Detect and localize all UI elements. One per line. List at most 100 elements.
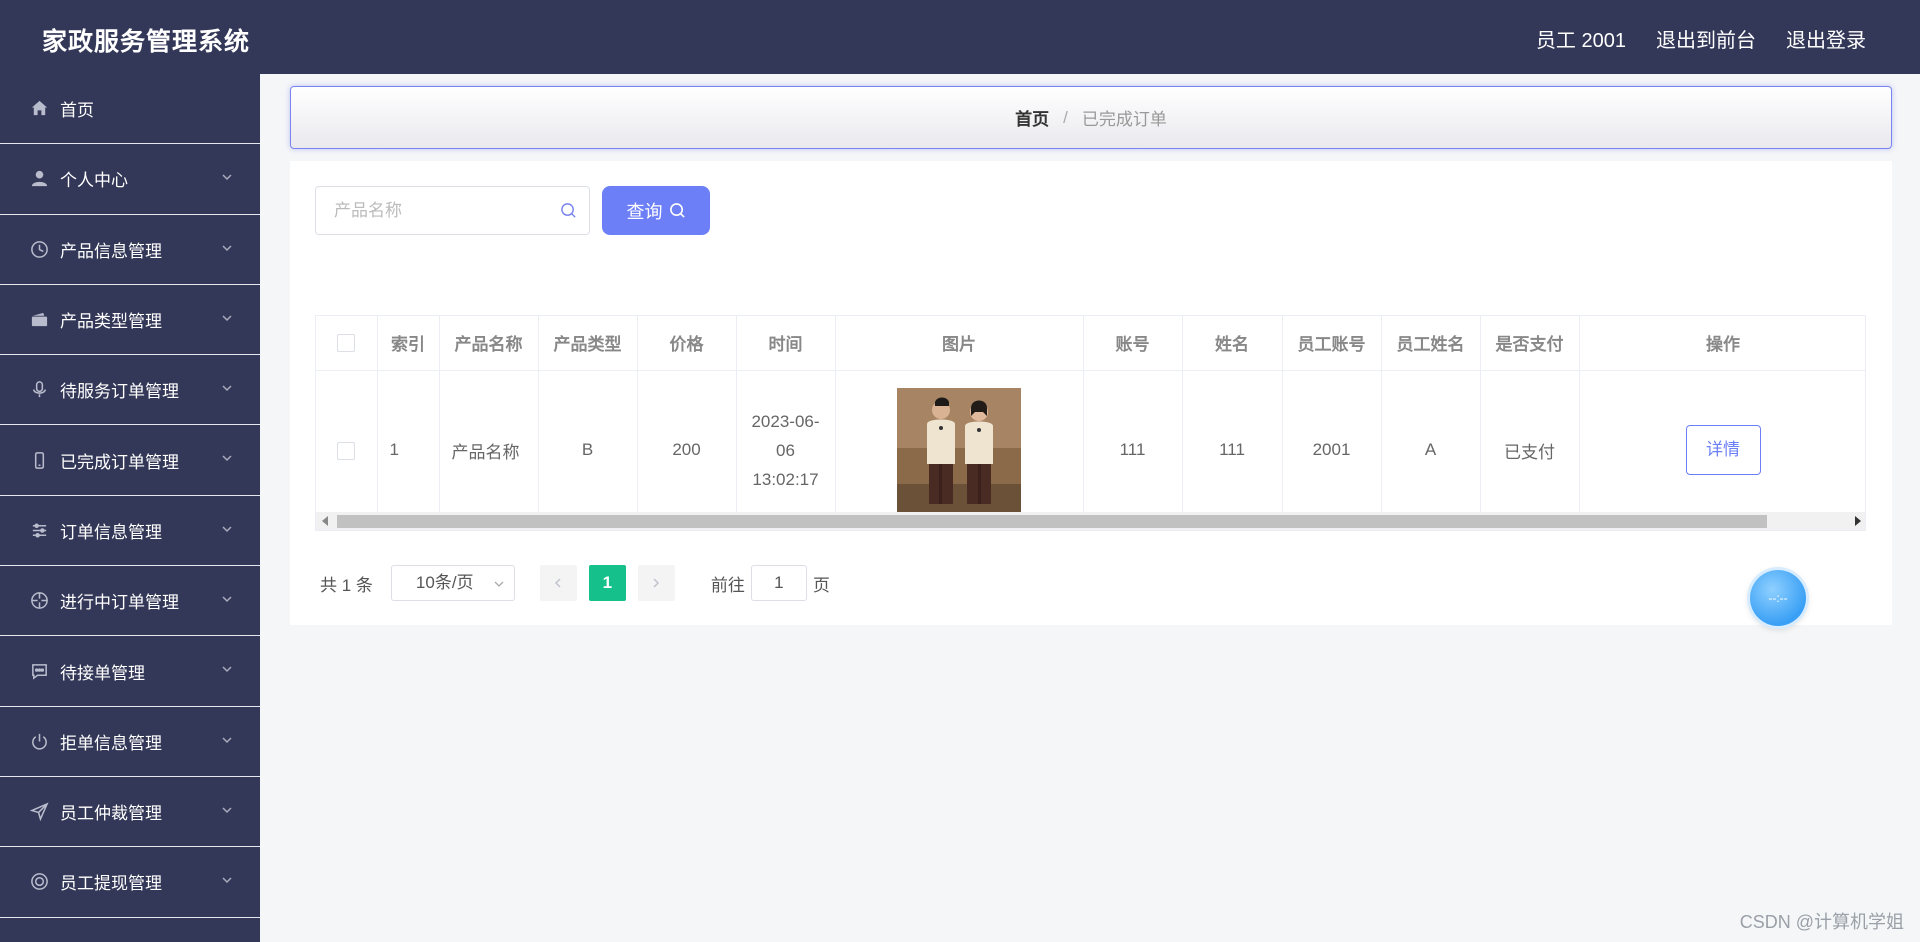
cell-account: 111 (1083, 370, 1183, 530)
sidebar-item-staff-arbitration[interactable]: 员工仲裁管理 (0, 777, 260, 848)
row-checkbox[interactable] (337, 441, 356, 460)
breadcrumb-separator: / (1063, 107, 1068, 127)
table-header-row: 索引 产品名称 产品类型 价格 时间 图片 账号 姓名 员工账号 员工姓名 是否… (316, 316, 1865, 371)
sidebar-item-completed-orders[interactable]: 已完成订单管理 (0, 425, 260, 496)
chevron-down-icon (222, 596, 232, 603)
send-icon (28, 801, 50, 823)
column-header: 是否支付 (1480, 316, 1580, 371)
cell-staff-account: 2001 (1282, 370, 1382, 530)
cell-actions: 详情 (1579, 370, 1865, 530)
pagination: 共 1 条 10条/页 1 前往 页 (320, 565, 830, 601)
top-bar: 家政服务管理系统 员工 2001 退出到前台 退出登录 (0, 0, 1920, 74)
table-row: 1 产品名称 B 200 2023-06-06 13:02:17 111 111… (316, 370, 1865, 530)
cell-paid-status: 已支付 (1480, 370, 1580, 530)
chevron-down-icon (222, 526, 232, 532)
sidebar-item-label: 待接单管理 (60, 663, 145, 683)
cell-index: 1 (377, 370, 440, 530)
chevron-down-icon (222, 455, 232, 462)
exit-to-frontend-link[interactable]: 退出到前台 (1656, 24, 1756, 53)
page-size-value: 10条/页 (415, 573, 474, 592)
sidebar-item-label: 员工仲裁管理 (60, 804, 162, 824)
column-header: 索引 (377, 316, 440, 371)
sidebar-item-product-info[interactable]: 产品信息管理 (0, 215, 260, 285)
breadcrumb-home[interactable]: 首页 (1015, 105, 1049, 130)
cell-price: 200 (637, 370, 737, 530)
sidebar-item-pending-acceptance[interactable]: 待接单管理 (0, 636, 260, 707)
page-suffix: 页 (812, 575, 830, 595)
sidebar-item-product-type[interactable]: 产品类型管理 (0, 285, 260, 356)
chevron-down-icon (222, 245, 232, 251)
column-header: 姓名 (1182, 316, 1283, 371)
chevron-left-icon (555, 578, 561, 588)
search-box (315, 186, 590, 235)
lifebuoy-icon (28, 871, 50, 893)
sidebar: 首页 个人中心 产品信息管理 产品类型管理 待服务订单管理 已完成订单管理 订单… (0, 74, 260, 942)
sidebar-item-order-info[interactable]: 订单信息管理 (0, 496, 260, 567)
cell-name: 111 (1182, 370, 1283, 530)
sidebar-item-label: 员工提现管理 (60, 874, 162, 894)
scrollbar-thumb[interactable] (337, 515, 1767, 528)
goto-label: 前往 (710, 575, 745, 595)
clock-icon (28, 238, 50, 260)
search-icon (561, 203, 576, 218)
sidebar-item-label: 订单信息管理 (60, 522, 162, 542)
cell-time: 2023-06-06 13:02:17 (736, 370, 836, 530)
breadcrumb-current: 已完成订单 (1081, 110, 1167, 129)
user-icon (28, 168, 50, 190)
horizontal-scrollbar[interactable] (316, 512, 1865, 530)
breadcrumb: 首页 / 已完成订单 (290, 86, 1892, 149)
sidebar-item-personal-center[interactable]: 个人中心 (0, 144, 260, 215)
sidebar-item-label: 产品信息管理 (60, 241, 162, 261)
chevron-down-icon (222, 385, 232, 392)
sidebar-item-label: 已完成订单管理 (60, 452, 179, 472)
cell-product-type: B (538, 370, 638, 530)
total-count: 共 1 条 (320, 575, 373, 595)
cell-staff-name: A (1381, 370, 1481, 530)
column-header: 时间 (736, 316, 836, 371)
power-icon (28, 730, 50, 752)
watermark: CSDN @计算机学姐 (1739, 912, 1904, 932)
column-header: 员工姓名 (1381, 316, 1481, 371)
column-header: 价格 (637, 316, 737, 371)
product-photo[interactable] (897, 388, 1021, 512)
row-select-cell (316, 370, 378, 530)
user-menu-link[interactable]: 员工 2001 (1536, 24, 1626, 53)
search-input[interactable] (316, 187, 546, 234)
wallet-icon (28, 309, 50, 331)
sidebar-item-label: 产品类型管理 (60, 312, 162, 332)
sidebar-item-home[interactable]: 首页 (0, 74, 260, 145)
column-header: 产品名称 (439, 316, 539, 371)
query-button[interactable]: 查询 (602, 186, 710, 235)
floating-clock-widget[interactable]: --:-- (1750, 570, 1806, 626)
page-number-button[interactable]: 1 (588, 565, 626, 601)
sidebar-item-label: 拒单信息管理 (60, 733, 162, 753)
prev-page-button[interactable] (539, 565, 577, 601)
select-all-checkbox[interactable] (337, 334, 356, 353)
column-header: 操作 (1579, 316, 1865, 371)
search-icon (669, 203, 685, 218)
column-header: 图片 (835, 316, 1084, 371)
page-size-select[interactable]: 10条/页 (390, 565, 515, 601)
sidebar-item-label: 首页 (60, 101, 94, 121)
sliders-icon (28, 519, 50, 541)
scroll-right-arrow-icon[interactable] (1855, 516, 1861, 526)
next-page-button[interactable] (637, 565, 675, 601)
goto-page-input[interactable] (750, 565, 807, 601)
column-header: 账号 (1083, 316, 1183, 371)
home-icon (28, 98, 50, 120)
chevron-down-icon (222, 315, 232, 321)
logout-link[interactable]: 退出登录 (1786, 24, 1866, 53)
sidebar-item-in-progress-orders[interactable]: 进行中订单管理 (0, 566, 260, 637)
chevron-down-icon (222, 877, 232, 884)
sidebar-item-pending-service-orders[interactable]: 待服务订单管理 (0, 355, 260, 426)
detail-button[interactable]: 详情 (1685, 425, 1761, 475)
sidebar-item-rejected-orders[interactable]: 拒单信息管理 (0, 707, 260, 777)
cell-image (835, 370, 1084, 530)
sidebar-item-staff-withdrawal[interactable]: 员工提现管理 (0, 847, 260, 918)
chevron-right-icon (653, 578, 660, 588)
scroll-left-arrow-icon[interactable] (322, 516, 328, 526)
orders-table: 索引 产品名称 产品类型 价格 时间 图片 账号 姓名 员工账号 员工姓名 是否… (315, 315, 1866, 531)
query-button-label: 查询 (626, 201, 663, 222)
select-all-cell (316, 316, 378, 371)
app-title: 家政服务管理系统 (42, 28, 251, 56)
